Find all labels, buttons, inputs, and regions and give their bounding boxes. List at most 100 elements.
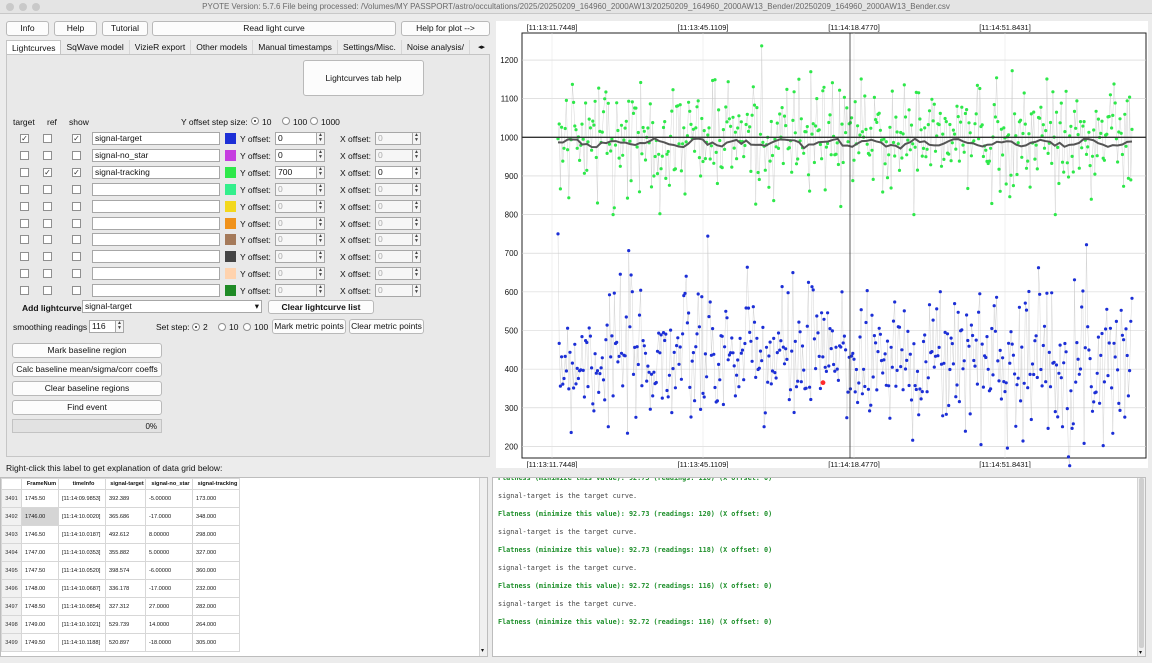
curve-name-field[interactable]	[92, 216, 220, 230]
grid-cell[interactable]: 327.000	[192, 543, 240, 562]
y-offset-input[interactable]: 0	[275, 148, 317, 162]
grid-cell[interactable]: 1745.50	[21, 489, 59, 508]
grid-cell[interactable]: 1747.00	[21, 543, 59, 562]
ref-checkbox[interactable]	[43, 235, 52, 245]
data-grid-hint-label[interactable]: Right-click this label to get explanatio…	[6, 463, 222, 473]
y-offset-input[interactable]: 0	[275, 267, 317, 281]
target-checkbox[interactable]	[20, 269, 29, 279]
show-checkbox[interactable]	[72, 218, 81, 228]
step-radio-10[interactable]	[251, 117, 259, 125]
target-checkbox[interactable]	[20, 252, 29, 262]
x-offset-input[interactable]: 0	[375, 148, 413, 162]
calc-baseline-button[interactable]: Calc baseline mean/sigma/corr coeffs	[12, 362, 162, 377]
ref-checkbox[interactable]	[43, 252, 52, 262]
show-checkbox[interactable]	[72, 235, 81, 245]
x-offset-stepper[interactable]: ▲ ▼	[412, 250, 421, 264]
grid-cell[interactable]: [11:14:10.0353]	[58, 543, 106, 562]
grid-cell[interactable]: 1746.00	[21, 507, 59, 526]
grid-cell[interactable]: [11:14:10.1021]	[58, 615, 106, 634]
y-offset-stepper[interactable]: ▲ ▼	[316, 199, 325, 213]
table-row[interactable]: 3498 1749.00 [11:14:10.1021] 529.739 14.0000…	[1, 615, 240, 634]
curve-name-field[interactable]	[92, 199, 220, 213]
info-button[interactable]: Info	[6, 21, 49, 36]
curve-name-field[interactable]	[92, 233, 220, 247]
grid-row-header[interactable]: 3493	[1, 525, 22, 544]
grid-row-header[interactable]: 3497	[1, 597, 22, 616]
x-offset-input[interactable]: 0	[375, 250, 413, 264]
grid-cell[interactable]: 360.000	[192, 561, 240, 580]
show-checkbox[interactable]	[72, 150, 81, 160]
x-offset-input[interactable]: 0	[375, 284, 413, 298]
table-row[interactable]: 3499 1749.50 [11:14:10.1188] 520.897 -18.000…	[1, 633, 240, 652]
curve-color-swatch[interactable]	[225, 200, 236, 212]
show-checkbox[interactable]	[72, 269, 81, 279]
grid-vertical-scrollbar[interactable]: ▾	[479, 478, 487, 656]
grid-row-header[interactable]: 3491	[1, 489, 22, 508]
grid-cell[interactable]: [11:14:10.1188]	[58, 633, 106, 652]
show-checkbox[interactable]	[72, 184, 81, 194]
ref-checkbox[interactable]	[43, 286, 52, 296]
y-offset-input[interactable]: 0	[275, 284, 317, 298]
output-log[interactable]: Flatness (minimize this value): 92.73 (r…	[492, 477, 1146, 657]
x-offset-input[interactable]: 0	[375, 216, 413, 230]
curve-color-swatch[interactable]	[225, 285, 236, 297]
table-row[interactable]: 3496 1748.00 [11:14:10.0687] 336.178 -17.000…	[1, 579, 240, 598]
x-offset-input[interactable]: 0	[375, 233, 413, 247]
setstep-radio-2[interactable]	[192, 323, 200, 331]
x-offset-stepper[interactable]: ▲ ▼	[412, 267, 421, 281]
grid-row-header[interactable]: 3492	[1, 507, 22, 526]
grid-cell[interactable]: [11:14:10.0520]	[58, 561, 106, 580]
x-offset-stepper[interactable]: ▲ ▼	[412, 148, 421, 162]
grid-column-header[interactable]: signal-target	[105, 478, 146, 490]
scroll-down-icon[interactable]: ▾	[1139, 649, 1142, 656]
mark-metric-points-button[interactable]: Mark metric points	[272, 319, 346, 334]
grid-cell[interactable]: 27.0000	[145, 597, 193, 616]
window-controls[interactable]	[6, 3, 40, 11]
clear-lightcurve-list-button[interactable]: Clear lightcurve list	[268, 300, 374, 314]
x-offset-stepper[interactable]: ▲ ▼	[412, 216, 421, 230]
y-offset-input[interactable]: 0	[275, 132, 317, 145]
grid-cell[interactable]: 336.178	[105, 579, 146, 598]
grid-column-header[interactable]: signal-no_star	[145, 478, 193, 490]
y-offset-stepper[interactable]: ▲ ▼	[316, 267, 325, 281]
lightcurves-tab-help-button[interactable]: Lightcurves tab help	[303, 60, 424, 96]
clear-metric-points-button[interactable]: Clear metric points	[349, 319, 424, 334]
show-checkbox[interactable]	[72, 252, 81, 262]
target-checkbox[interactable]	[20, 184, 29, 194]
grid-cell[interactable]: 392.389	[105, 489, 146, 508]
table-row[interactable]: 3495 1747.50 [11:14:10.0520] 398.574 -6.0000…	[1, 561, 240, 580]
grid-cell[interactable]: 1747.50	[21, 561, 59, 580]
grid-cell[interactable]: -17.0000	[145, 579, 193, 598]
grid-column-header[interactable]: FrameNum	[21, 478, 59, 490]
tab-lightcurves[interactable]: Lightcurves	[6, 40, 62, 54]
setstep-radio-100[interactable]	[243, 323, 251, 331]
y-offset-input[interactable]: 0	[275, 182, 317, 196]
y-offset-stepper[interactable]: ▲ ▼	[316, 284, 325, 298]
lightcurve-chart-svg[interactable]: 200 300 400 500 600 700 800 900 1000 1100 1200 [11:…	[496, 21, 1148, 469]
curve-color-swatch[interactable]	[225, 234, 236, 246]
grid-row-header[interactable]: 3498	[1, 615, 22, 634]
target-checkbox[interactable]	[20, 218, 29, 228]
y-offset-stepper[interactable]: ▲ ▼	[316, 132, 325, 145]
grid-cell[interactable]: [11:14:10.0020]	[58, 507, 106, 526]
curve-name-field[interactable]: signal-target	[92, 132, 220, 145]
grid-cell[interactable]: 5.00000	[145, 543, 193, 562]
x-offset-input[interactable]: 0	[375, 165, 413, 179]
show-checkbox[interactable]	[72, 201, 81, 211]
x-offset-stepper[interactable]: ▲ ▼	[412, 233, 421, 247]
scroll-down-icon[interactable]: ▾	[481, 647, 484, 654]
help-for-plot-button[interactable]: Help for plot -->	[401, 21, 490, 36]
grid-cell[interactable]: 8.00000	[145, 525, 193, 544]
y-offset-input[interactable]: 0	[275, 216, 317, 230]
tab-other-models[interactable]: Other models	[191, 40, 254, 54]
grid-column-header[interactable]: timeInfo	[58, 478, 106, 490]
add-lightcurve-select[interactable]: signal-target ▾	[82, 300, 262, 313]
grid-cell[interactable]: -17.0000	[145, 507, 193, 526]
x-offset-stepper[interactable]: ▲ ▼	[412, 284, 421, 298]
grid-cell[interactable]: 14.0000	[145, 615, 193, 634]
x-offset-stepper[interactable]: ▲ ▼	[412, 132, 421, 145]
x-offset-input[interactable]: 0	[375, 267, 413, 281]
ref-checkbox[interactable]: ✓	[43, 167, 52, 177]
y-offset-stepper[interactable]: ▲ ▼	[316, 250, 325, 264]
ref-checkbox[interactable]	[43, 269, 52, 279]
